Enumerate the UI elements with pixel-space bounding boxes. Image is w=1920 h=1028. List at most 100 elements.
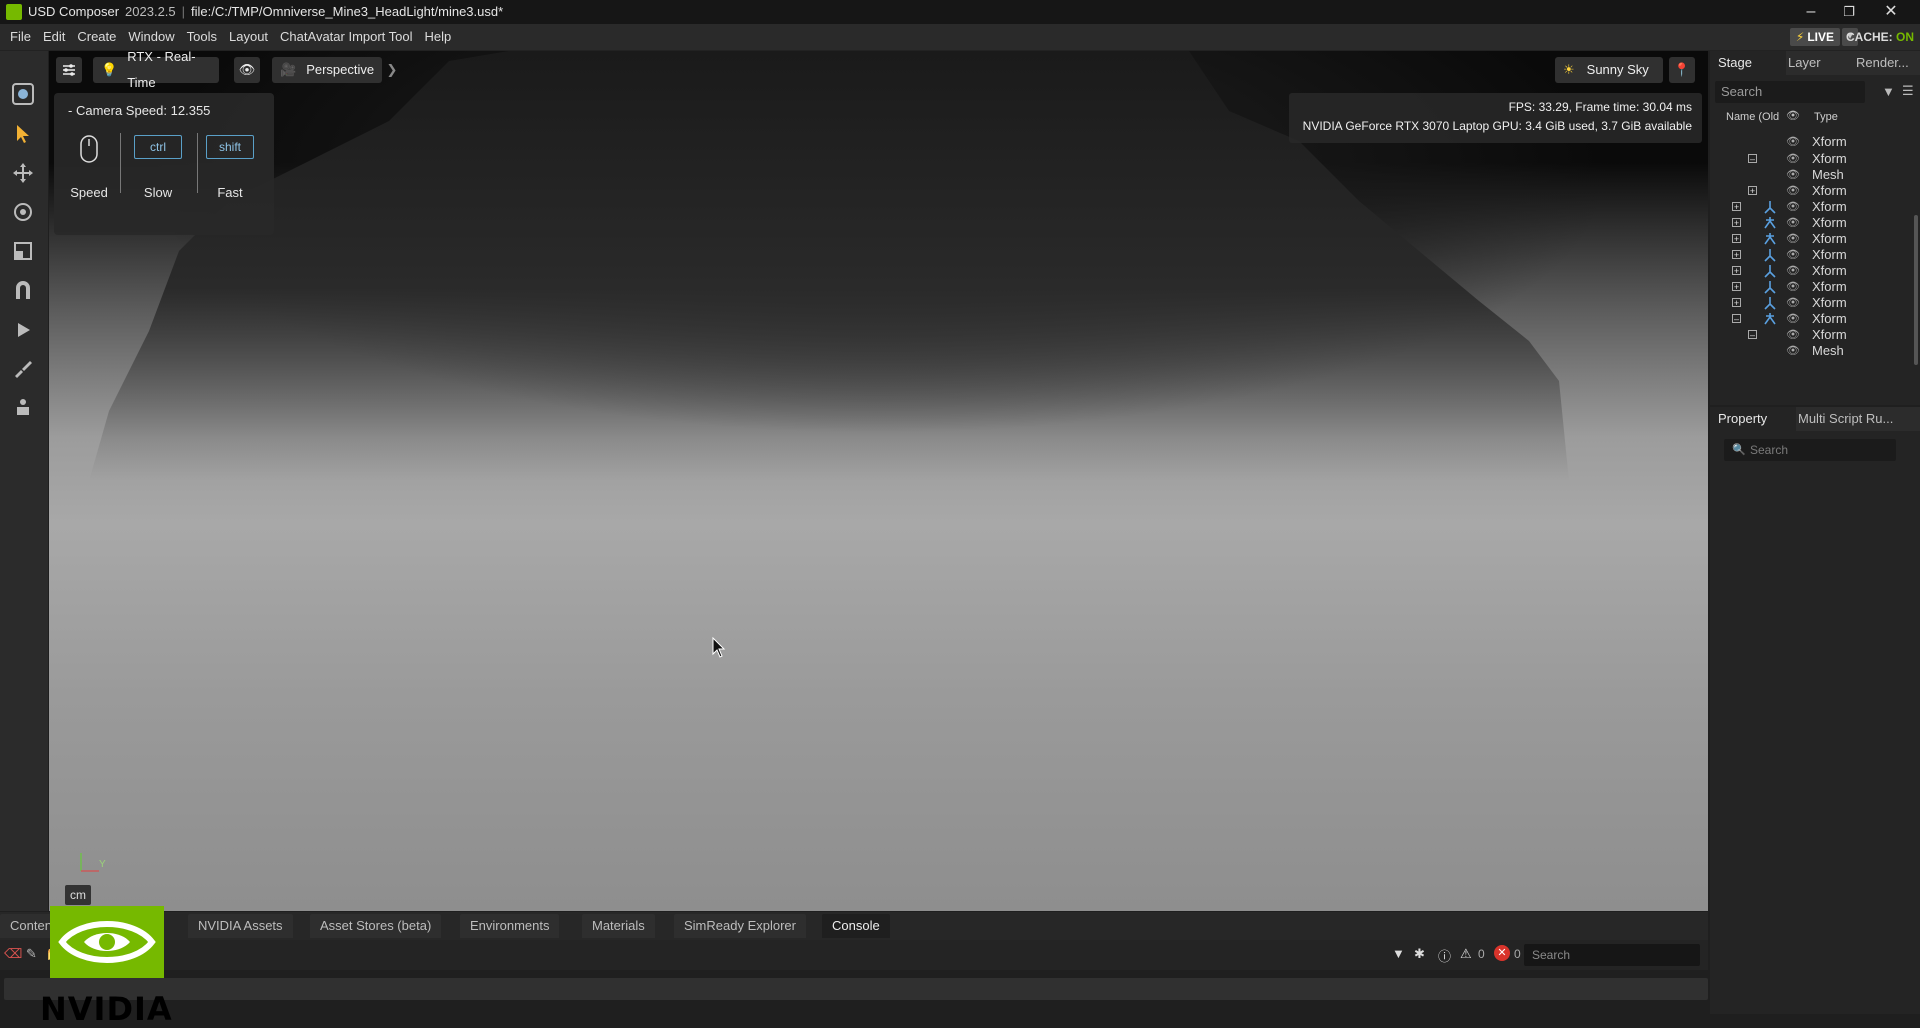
menu-edit[interactable]: Edit <box>37 24 71 50</box>
select-arrow-icon[interactable] <box>8 119 38 149</box>
visibility-eye-icon[interactable]: 👁 <box>1786 168 1802 182</box>
viewport[interactable]: 💡 RTX - Real-Time 👁 🎥 Perspective ❯ ☀ Sunny… <box>49 51 1708 911</box>
column-name[interactable]: Name (Old <box>1726 111 1779 123</box>
tab-asset-stores[interactable]: Asset Stores (beta) <box>310 914 442 938</box>
menu-file[interactable]: File <box>4 24 37 50</box>
snap-magnet-icon[interactable] <box>8 275 38 305</box>
expand-toolbar-icon[interactable]: ❯ <box>385 57 399 83</box>
row-type: Xform <box>1812 231 1847 246</box>
tab-console[interactable]: Console <box>822 914 890 938</box>
error-icon[interactable]: ✕ <box>1494 945 1510 961</box>
viewport-settings-button[interactable] <box>56 57 82 83</box>
lightbulb-icon: 💡 <box>101 62 118 77</box>
visibility-eye-icon[interactable]: 👁 <box>1786 135 1802 149</box>
column-visibility-icon: 👁 <box>1786 110 1800 122</box>
camera-speed-header: - Camera Speed: 12.355 <box>68 103 211 118</box>
visibility-eye-icon[interactable]: 👁 <box>1786 312 1802 326</box>
scale-icon[interactable] <box>8 236 38 266</box>
ctrl-key: ctrl <box>134 135 182 159</box>
visibility-eye-icon[interactable]: 👁 <box>1786 200 1802 214</box>
left-toolbar <box>0 51 48 911</box>
expand-icon[interactable]: + <box>1748 186 1757 196</box>
cache-label: CACHE: <box>1845 30 1893 44</box>
menu-items: File Edit Create Window Tools Layout ChatAvata… <box>4 24 457 50</box>
visibility-eye-icon[interactable]: 👁 <box>1786 152 1802 166</box>
expand-icon[interactable]: + <box>1732 202 1741 212</box>
visibility-eye-icon[interactable]: 👁 <box>1786 184 1802 198</box>
collapse-icon[interactable]: – <box>1748 154 1757 164</box>
axis-gizmo <box>80 853 99 872</box>
visibility-eye-icon[interactable]: 👁 <box>1786 232 1802 246</box>
stage-search-input[interactable]: Search <box>1715 81 1865 103</box>
collapse-icon[interactable]: – <box>1748 330 1757 340</box>
pin-icon: 📍 <box>1673 62 1691 77</box>
visibility-eye-icon[interactable]: 👁 <box>1786 280 1802 294</box>
visibility-button[interactable]: 👁 <box>234 57 260 83</box>
expand-icon[interactable]: + <box>1732 234 1741 244</box>
property-search-input[interactable]: Search <box>1724 439 1896 461</box>
table-row[interactable]: 👁 Mesh <box>1710 341 1910 361</box>
close-icon[interactable]: ✕ <box>1876 2 1906 22</box>
tab-property[interactable]: Property <box>1710 407 1796 431</box>
visibility-eye-icon[interactable]: 👁 <box>1786 248 1802 262</box>
tab-simready-explorer[interactable]: SimReady Explorer <box>674 914 806 938</box>
location-pin-button[interactable]: 📍 <box>1669 57 1695 83</box>
visibility-eye-icon[interactable]: 👁 <box>1786 296 1802 310</box>
unit-badge: cm <box>65 885 91 905</box>
select-mode-icon[interactable] <box>8 79 38 109</box>
renderer-label: RTX - Real-Time <box>127 51 196 90</box>
tab-layer[interactable]: Layer <box>1780 51 1829 75</box>
tab-stage[interactable]: Stage <box>1710 51 1786 75</box>
clear-console-icon[interactable]: ⌫ <box>4 946 22 962</box>
camera-speed-value: 12.355 <box>170 103 211 118</box>
live-button[interactable]: ⚡ LIVE <box>1789 28 1840 46</box>
physics-tool-icon[interactable] <box>8 392 38 422</box>
menu-tools[interactable]: Tools <box>181 24 223 50</box>
collapse-icon[interactable]: – <box>1732 314 1741 324</box>
menu-bar: File Edit Create Window Tools Layout ChatAvata… <box>0 24 1920 51</box>
paint-brush-icon[interactable] <box>8 353 38 383</box>
expand-icon[interactable]: + <box>1732 218 1741 228</box>
filter-icon[interactable]: ▼ <box>1882 84 1895 99</box>
warning-icon[interactable]: ⚠ <box>1460 946 1472 962</box>
stage-scrollbar[interactable] <box>1914 215 1918 365</box>
menu-window[interactable]: Window <box>122 24 180 50</box>
row-type: Xform <box>1812 134 1847 149</box>
menu-create[interactable]: Create <box>71 24 122 50</box>
move-icon[interactable] <box>8 158 38 188</box>
visibility-eye-icon[interactable]: 👁 <box>1786 344 1802 358</box>
renderer-button[interactable]: 💡 RTX - Real-Time <box>93 51 219 90</box>
expand-icon[interactable]: + <box>1732 282 1741 292</box>
menu-help[interactable]: Help <box>419 24 458 50</box>
menu-chatavatar[interactable]: ChatAvatar Import Tool <box>274 24 418 50</box>
restore-icon[interactable]: ❐ <box>1834 2 1864 22</box>
info-icon[interactable]: ⓘ <box>1438 946 1451 965</box>
console-input[interactable] <box>4 978 1708 1000</box>
minimize-icon[interactable]: – <box>1796 2 1826 22</box>
camera-button[interactable]: 🎥 Perspective <box>272 57 382 83</box>
visibility-eye-icon[interactable]: 👁 <box>1786 328 1802 342</box>
environment-button[interactable]: ☀ Sunny Sky <box>1555 57 1663 83</box>
tab-materials[interactable]: Materials <box>582 914 655 938</box>
edit-icon[interactable]: ✎ <box>26 946 37 962</box>
tab-environments[interactable]: Environments <box>460 914 560 938</box>
expand-icon[interactable]: + <box>1732 250 1741 260</box>
fps-overlay: FPS: 33.29, Frame time: 30.04 ms NVIDIA … <box>1289 93 1702 143</box>
expand-icon[interactable]: + <box>1732 266 1741 276</box>
verbose-icon[interactable]: ✱ <box>1414 946 1425 962</box>
visibility-eye-icon[interactable]: 👁 <box>1786 264 1802 278</box>
list-options-icon[interactable]: ☰ <box>1902 83 1914 99</box>
menu-layout[interactable]: Layout <box>223 24 274 50</box>
rotate-icon[interactable] <box>8 197 38 227</box>
column-type[interactable]: Type <box>1814 111 1838 123</box>
play-icon[interactable] <box>8 315 38 345</box>
tab-render[interactable]: Render... <box>1848 51 1917 75</box>
tab-nvidia-assets[interactable]: NVIDIA Assets <box>188 914 293 938</box>
filter-icon[interactable]: ▼ <box>1392 946 1405 961</box>
camera-speed-overlay: - Camera Speed: 12.355 ctrl shift Speed … <box>54 93 274 235</box>
visibility-eye-icon[interactable]: 👁 <box>1786 216 1802 230</box>
expand-icon[interactable]: + <box>1732 298 1741 308</box>
tab-multi-script[interactable]: Multi Script Ru... <box>1790 407 1901 431</box>
console-search-input[interactable]: Search <box>1524 944 1700 966</box>
window-title: USD Composer 2023.2.5 | file:/C:/TMP/Omnive… <box>28 4 503 19</box>
